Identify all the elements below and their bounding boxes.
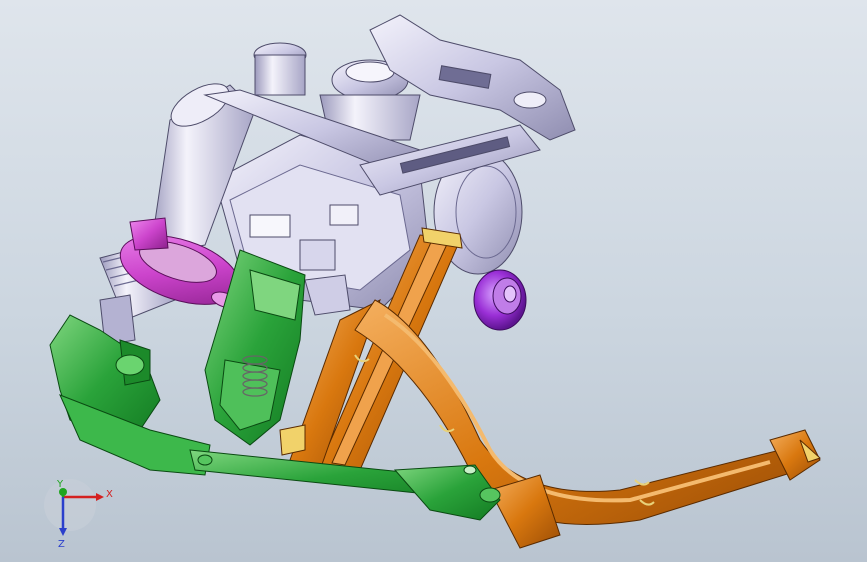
yellow-cap (279, 424, 306, 456)
block-pocket (249, 214, 291, 238)
view-triad[interactable]: X Y Z (44, 479, 113, 550)
y-axis-label: Y (56, 479, 64, 490)
x-axis-label: X (106, 489, 113, 500)
block-pocket (329, 204, 359, 226)
triad-backdrop (44, 479, 96, 531)
x-axis-head (96, 493, 104, 501)
purple-knob[interactable] (473, 269, 527, 331)
3d-model-scene[interactable]: X Y Z (0, 0, 867, 562)
z-axis-label: Z (58, 539, 65, 550)
block-pocket (299, 239, 336, 271)
z-axis-head (59, 528, 67, 536)
cad-graphics-viewport[interactable]: X Y Z (0, 0, 867, 562)
